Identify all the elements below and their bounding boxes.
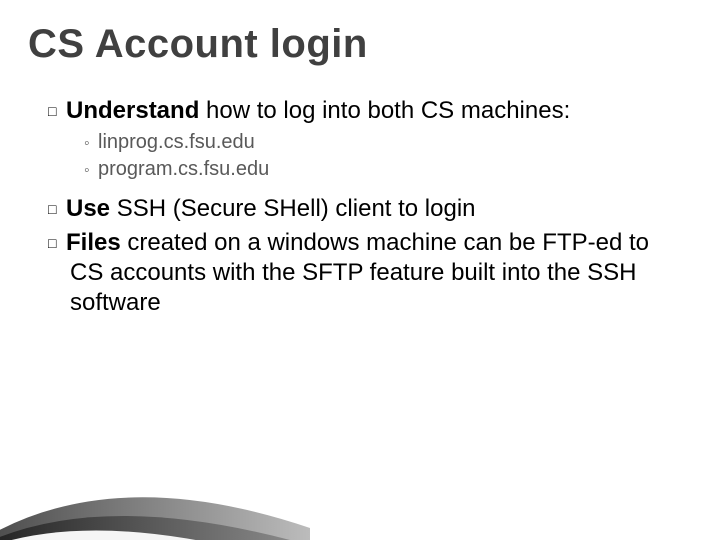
bullet-lead: Use xyxy=(66,195,110,222)
ring-bullet-icon: ◦ xyxy=(84,134,98,154)
bullet-lead: Understand xyxy=(66,97,199,124)
slide-title: CS Account login xyxy=(28,22,368,67)
slide-content: □Understand how to log into both CS mach… xyxy=(48,96,672,322)
subbullet-text: linprog.cs.fsu.edu xyxy=(98,131,255,153)
decorative-swoosh-icon xyxy=(0,420,320,540)
ring-bullet-icon: ◦ xyxy=(84,161,98,181)
bullet-files-ftp: □Files created on a windows machine can … xyxy=(48,228,672,318)
subbullet-text: program.cs.fsu.edu xyxy=(98,158,269,180)
subbullet-program: ◦program.cs.fsu.edu xyxy=(48,157,672,182)
bullet-rest: how to log into both CS machines: xyxy=(199,97,570,124)
bullet-use-ssh: □Use SSH (Secure SHell) client to login xyxy=(48,194,672,224)
bullet-rest: created on a windows machine can be FTP-… xyxy=(70,229,649,316)
square-bullet-icon: □ xyxy=(48,103,66,121)
square-bullet-icon: □ xyxy=(48,201,66,219)
subbullet-linprog: ◦linprog.cs.fsu.edu xyxy=(48,130,672,155)
bullet-lead: Files xyxy=(66,229,121,256)
square-bullet-icon: □ xyxy=(48,235,66,253)
slide: CS Account login □Understand how to log … xyxy=(0,0,720,540)
bullet-understand: □Understand how to log into both CS mach… xyxy=(48,96,672,126)
bullet-rest: SSH (Secure SHell) client to login xyxy=(110,195,475,222)
spacer xyxy=(48,184,672,194)
